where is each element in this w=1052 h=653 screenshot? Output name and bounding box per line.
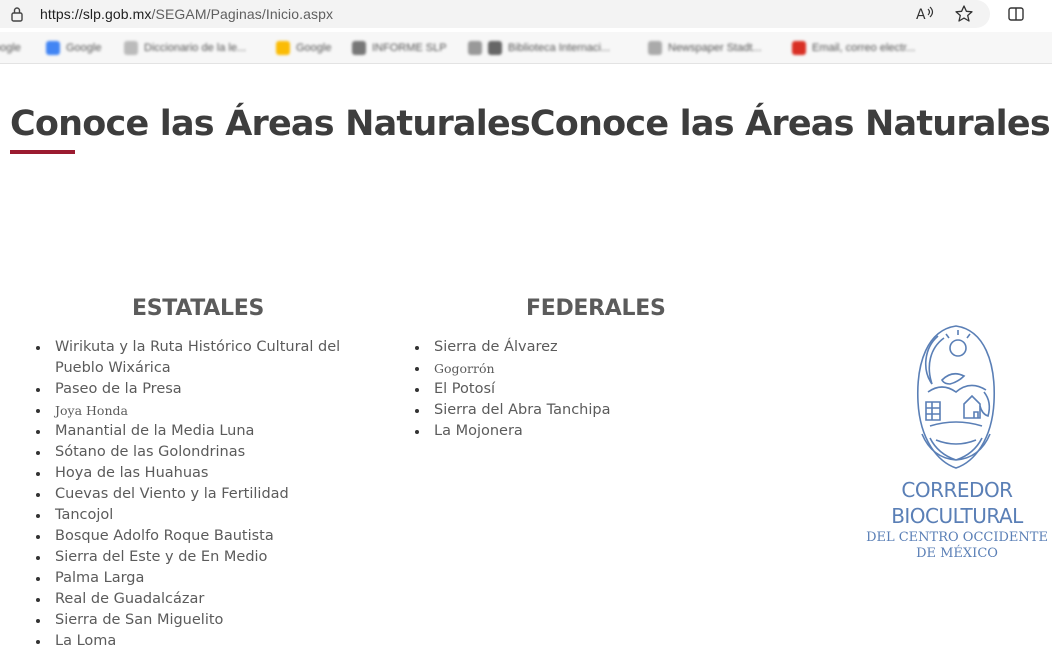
logo-line-1: CORREDOR [901,478,1013,502]
bookmarks-bar: oogle Google Diccionario de la le... Goo… [0,32,1052,64]
list-item[interactable]: Gogorrón [415,358,715,379]
read-aloud-icon[interactable]: A [914,4,934,24]
list-item[interactable]: Sierra de Álvarez [415,337,715,358]
list-item[interactable]: Sótano de las Golondrinas [36,442,356,463]
url-host: https://slp.gob.mx [40,6,152,22]
list-item[interactable]: Sierra del Abra Tanchipa [415,400,715,421]
bookmark-item[interactable]: Email, correo electr... [792,40,915,56]
logo-line-3: DEL CENTRO OCCIDENTE [866,530,1048,545]
list-item[interactable]: Manantial de la Media Luna [36,421,356,442]
logo-line-2: BIOCULTURAL [891,504,1023,528]
url-path: /SEGAM/Paginas/Inicio.aspx [151,6,334,22]
federales-list: Sierra de Álvarez Gogorrón El Potosí Sie… [415,337,715,442]
bookmark-favicon [468,41,482,55]
federales-heading: FEDERALES [526,296,666,321]
lock-icon[interactable] [10,6,24,22]
list-item[interactable]: Palma Larga [36,568,356,589]
list-item[interactable]: Tancojol [36,505,356,526]
bookmark-favicon [792,41,806,55]
list-item[interactable]: Cuevas del Viento y la Fertilidad [36,484,356,505]
list-item[interactable]: Sierra de San Miguelito [36,610,356,631]
list-item[interactable]: El Potosí [415,379,715,400]
bookmark-favicon [488,41,502,55]
list-item[interactable]: Real de Guadalcázar [36,589,356,610]
bookmark-favicon [352,41,366,55]
address-bar: https://slp.gob.mx/SEGAM/Paginas/Inicio.… [0,0,1052,30]
bookmark-item[interactable]: Biblioteca Internaci... [468,40,610,56]
bookmark-item[interactable]: Newspaper Stadt... [648,40,762,56]
estatales-list: Wirikuta y la Ruta Histórico Cultural de… [36,337,356,652]
list-item[interactable]: Joya Honda [36,400,356,421]
bookmark-item[interactable]: Diccionario de la le... [124,40,246,56]
bookmark-favicon [46,41,60,55]
bookmark-favicon [276,41,290,55]
bookmark-item[interactable]: Google [276,40,331,56]
favorite-star-icon[interactable] [954,4,974,24]
bookmark-item[interactable]: INFORME SLP [352,40,447,56]
bookmark-item[interactable]: oogle [0,40,21,56]
url-field[interactable]: https://slp.gob.mx/SEGAM/Paginas/Inicio.… [0,0,990,28]
svg-text:A: A [916,7,926,23]
list-item[interactable]: Paseo de la Presa [36,379,356,400]
title-underline [10,150,75,154]
split-screen-icon[interactable] [1006,4,1026,24]
corredor-biocultural-logo: CORREDOR BIOCULTURAL DEL CENTRO OCCIDENT… [862,322,1052,572]
corredor-emblem-icon [917,325,995,469]
bookmark-favicon [648,41,662,55]
list-item[interactable]: Sierra del Este y de En Medio [36,547,356,568]
list-item[interactable]: Bosque Adolfo Roque Bautista [36,526,356,547]
list-item[interactable]: La Loma [36,631,356,652]
estatales-heading: ESTATALES [132,296,265,321]
url-text[interactable]: https://slp.gob.mx/SEGAM/Paginas/Inicio.… [40,6,333,22]
list-item[interactable]: Wirikuta y la Ruta Histórico Cultural de… [36,337,356,379]
bookmark-item[interactable]: Google [46,40,101,56]
page-title: Conoce las Áreas NaturalesConoce las Áre… [10,104,1051,144]
logo-line-4: DE MÉXICO [916,546,998,561]
list-item[interactable]: La Mojonera [415,421,715,442]
bookmark-favicon [124,41,138,55]
list-item[interactable]: Hoya de las Huahuas [36,463,356,484]
